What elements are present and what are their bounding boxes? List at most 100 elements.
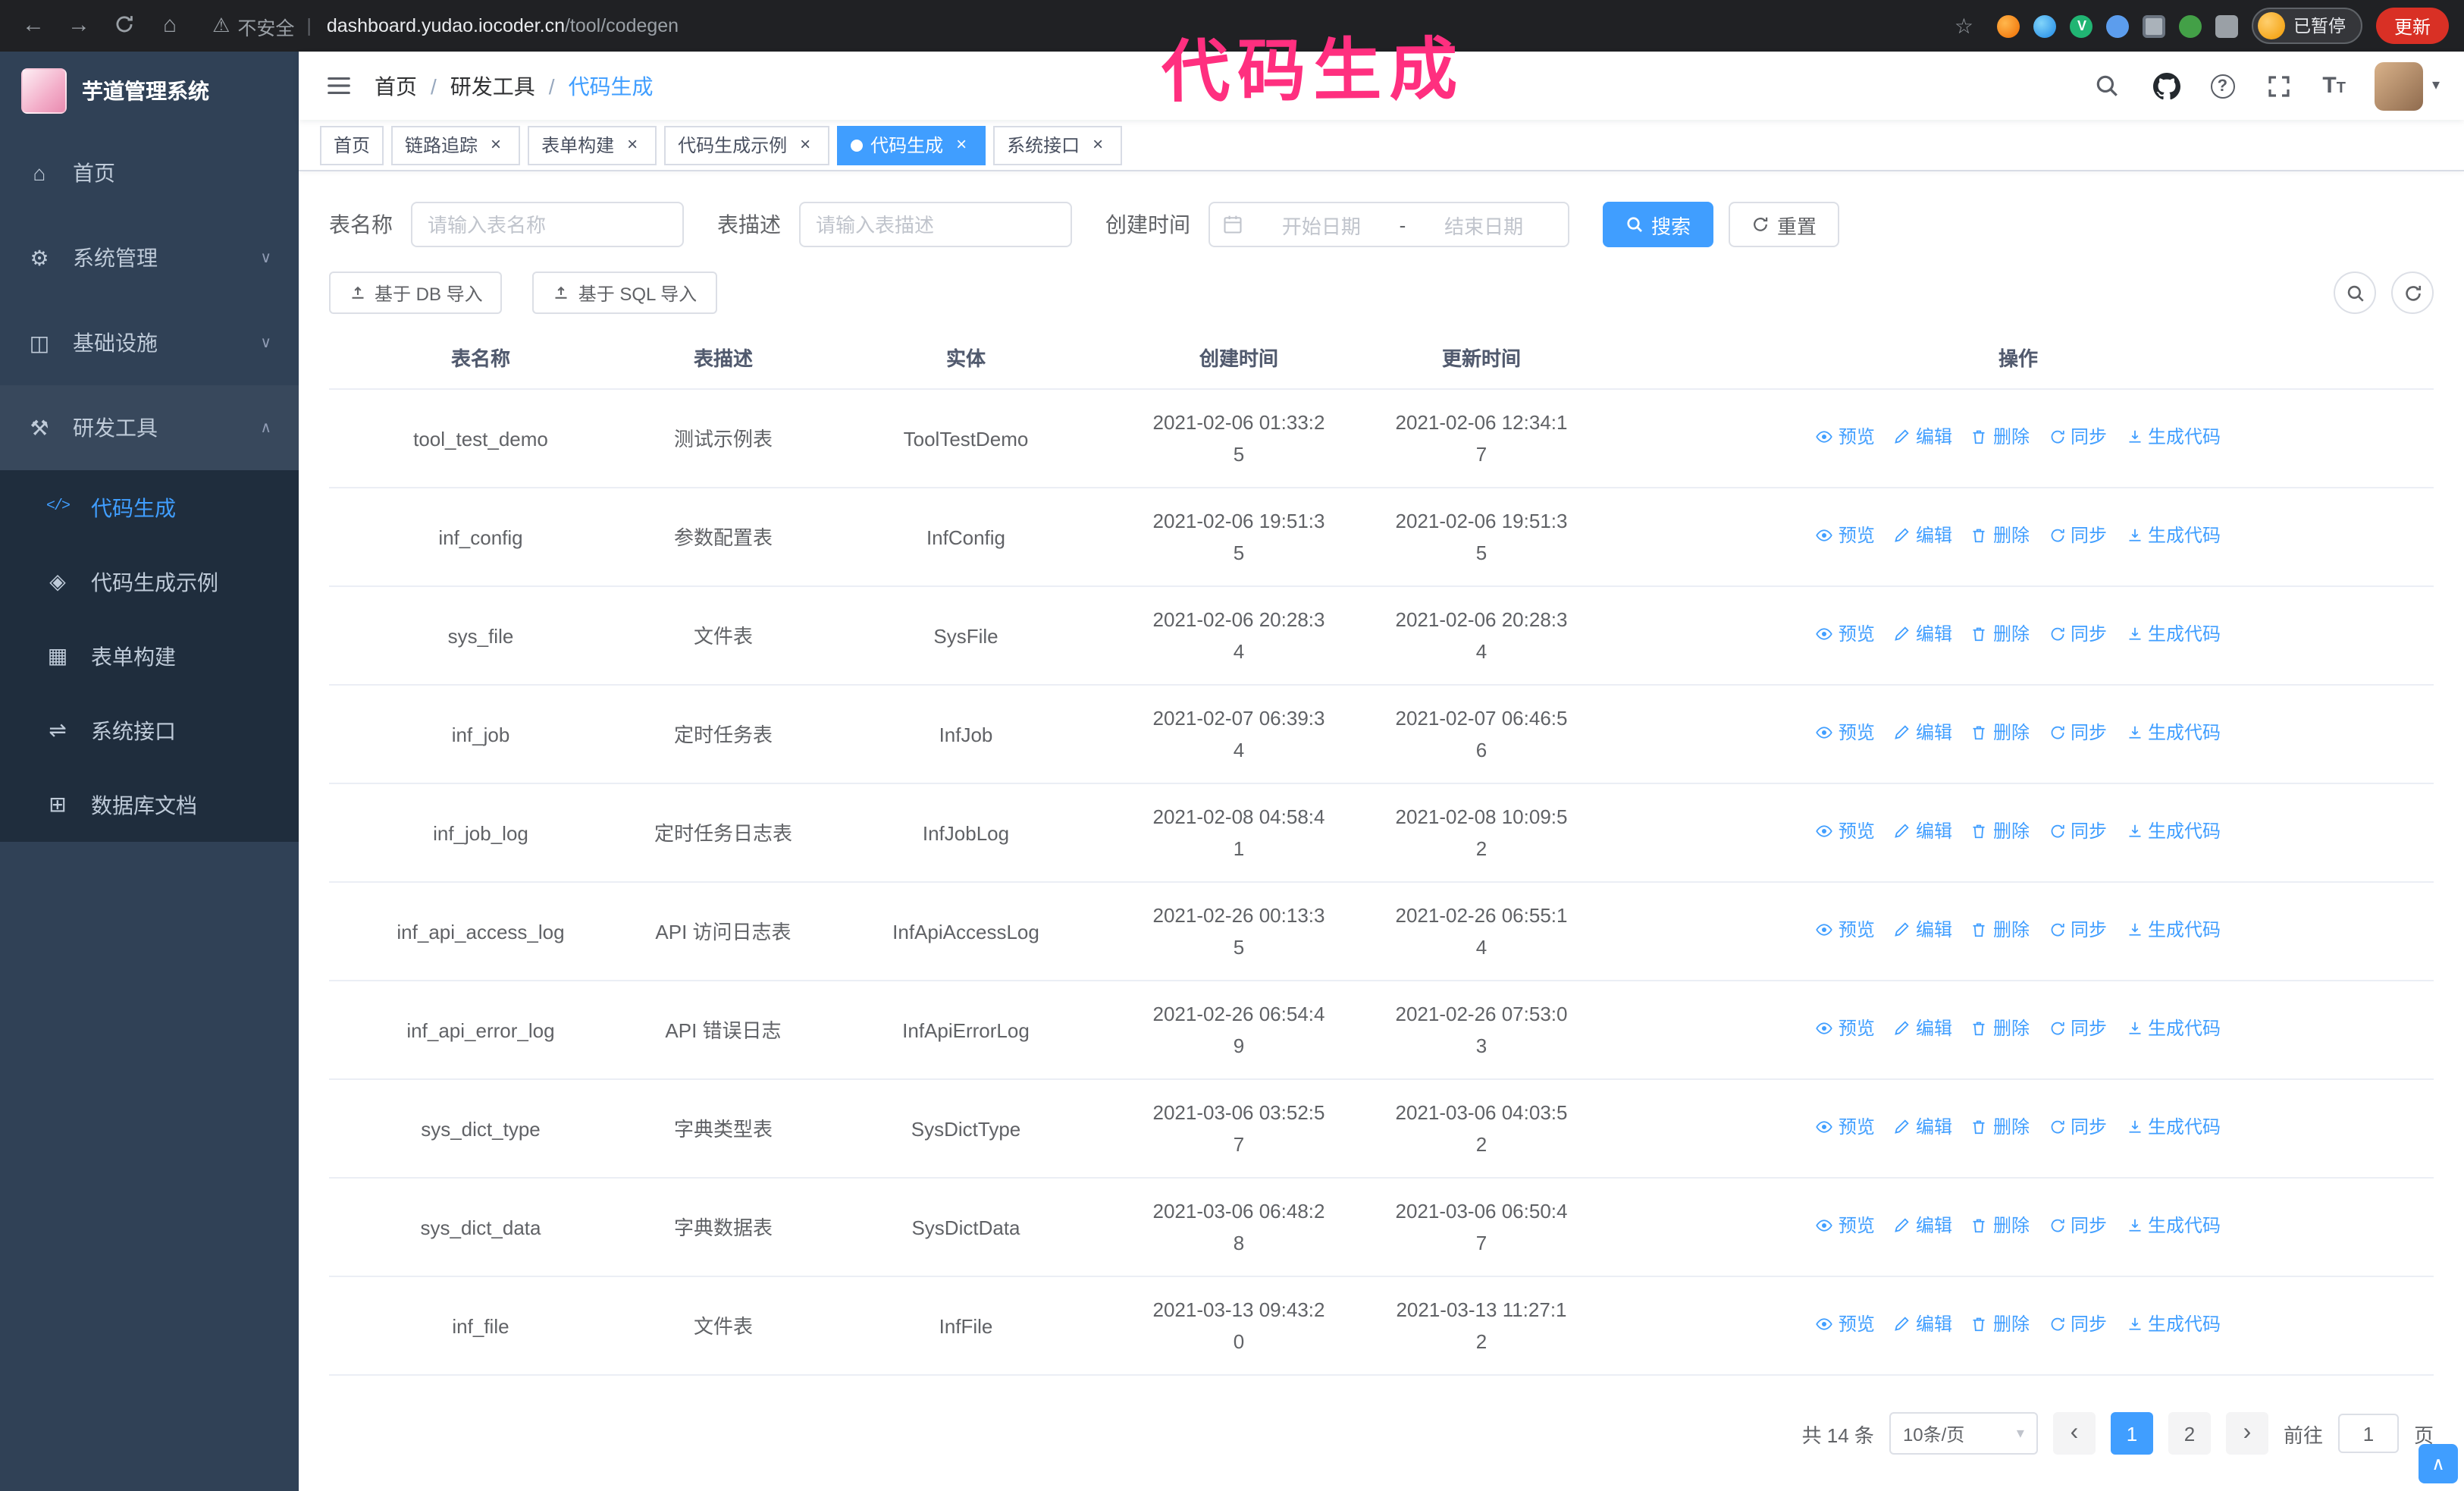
action-generate-code-link[interactable]: 生成代码 (2125, 422, 2221, 454)
reset-button[interactable]: 重置 (1729, 202, 1840, 247)
sidebar-item-system-management[interactable]: ⚙ 系统管理 ∨ (0, 215, 299, 300)
action-edit-link[interactable]: 编辑 (1893, 1210, 1952, 1242)
action-delete-link[interactable]: 删除 (1970, 422, 2030, 454)
reload-icon[interactable] (106, 8, 143, 44)
refresh-button[interactable] (2391, 272, 2434, 314)
action-generate-code-link[interactable]: 生成代码 (2125, 1210, 2221, 1242)
breadcrumb-devtools[interactable]: 研发工具 (450, 71, 535, 101)
action-edit-link[interactable]: 编辑 (1893, 520, 1952, 552)
extension-icon[interactable] (2179, 14, 2202, 37)
back-icon[interactable]: ← (15, 8, 52, 44)
help-icon[interactable]: ? (2210, 74, 2235, 98)
sidebar-subitem-db-doc[interactable]: ⊞ 数据库文档 (0, 767, 299, 842)
search-button[interactable]: 搜索 (1603, 202, 1714, 247)
action-sync-link[interactable]: 同步 (2048, 422, 2107, 454)
action-eye-link[interactable]: 预览 (1816, 1112, 1875, 1144)
action-delete-link[interactable]: 删除 (1970, 717, 2030, 749)
sidebar-subitem-system-api[interactable]: ⇌ 系统接口 (0, 693, 299, 767)
browser-update-button[interactable]: 更新 (2375, 8, 2449, 44)
fullscreen-icon[interactable] (2263, 71, 2293, 101)
sidebar-subitem-codegen-example[interactable]: ◈ 代码生成示例 (0, 545, 299, 619)
prev-page-button[interactable]: ‹ (2052, 1412, 2096, 1455)
action-sync-link[interactable]: 同步 (2048, 520, 2107, 552)
action-eye-link[interactable]: 预览 (1816, 915, 1875, 946)
goto-page-input[interactable] (2337, 1414, 2399, 1453)
action-generate-code-link[interactable]: 生成代码 (2125, 1112, 2221, 1144)
table-desc-input[interactable] (799, 202, 1072, 247)
search-icon[interactable] (2092, 71, 2122, 101)
bookmark-star-icon[interactable]: ☆ (1955, 13, 1973, 39)
tab-链路追踪[interactable]: 链路追踪 × (391, 125, 521, 165)
extension-icon[interactable]: V (2070, 14, 2093, 37)
action-sync-link[interactable]: 同步 (2048, 1210, 2107, 1242)
action-edit-link[interactable]: 编辑 (1893, 915, 1952, 946)
action-eye-link[interactable]: 预览 (1816, 1013, 1875, 1045)
breadcrumb-home[interactable]: 首页 (375, 71, 417, 101)
table-name-input[interactable] (411, 202, 684, 247)
extension-icon[interactable] (2143, 14, 2166, 37)
sidebar-item-home[interactable]: ⌂ 首页 (0, 130, 299, 215)
action-eye-link[interactable]: 预览 (1816, 520, 1875, 552)
date-range-picker[interactable]: 开始日期 - 结束日期 (1208, 202, 1569, 247)
action-sync-link[interactable]: 同步 (2048, 915, 2107, 946)
action-generate-code-link[interactable]: 生成代码 (2125, 1013, 2221, 1045)
action-edit-link[interactable]: 编辑 (1893, 422, 1952, 454)
tab-代码生成[interactable]: 代码生成 × (837, 125, 986, 165)
action-generate-code-link[interactable]: 生成代码 (2125, 619, 2221, 651)
action-edit-link[interactable]: 编辑 (1893, 1309, 1952, 1341)
action-generate-code-link[interactable]: 生成代码 (2125, 520, 2221, 552)
tab-系统接口[interactable]: 系统接口 × (993, 125, 1123, 165)
hamburger-icon[interactable] (323, 71, 353, 101)
action-delete-link[interactable]: 删除 (1970, 520, 2030, 552)
sidebar-subitem-form-builder[interactable]: ▦ 表单构建 (0, 619, 299, 693)
date-start-placeholder[interactable]: 开始日期 (1249, 210, 1393, 239)
action-sync-link[interactable]: 同步 (2048, 717, 2107, 749)
action-edit-link[interactable]: 编辑 (1893, 1013, 1952, 1045)
action-eye-link[interactable]: 预览 (1816, 1210, 1875, 1242)
extension-icon[interactable] (2106, 14, 2130, 37)
action-delete-link[interactable]: 删除 (1970, 816, 2030, 848)
close-icon[interactable]: × (622, 133, 643, 155)
date-end-placeholder[interactable]: 结束日期 (1412, 210, 1556, 239)
page-button-2[interactable]: 2 (2168, 1412, 2211, 1455)
action-edit-link[interactable]: 编辑 (1893, 1112, 1952, 1144)
forward-icon[interactable]: → (61, 8, 97, 44)
toggle-search-button[interactable] (2334, 272, 2376, 314)
action-eye-link[interactable]: 预览 (1816, 816, 1875, 848)
back-to-top-button[interactable]: ∧ (2419, 1444, 2458, 1483)
action-eye-link[interactable]: 预览 (1816, 1309, 1875, 1341)
github-icon[interactable] (2151, 71, 2181, 101)
extension-icon[interactable] (2033, 14, 2057, 37)
sidebar-subitem-codegen[interactable]: </> 代码生成 (0, 470, 299, 545)
action-delete-link[interactable]: 删除 (1970, 1309, 2030, 1341)
action-delete-link[interactable]: 删除 (1970, 619, 2030, 651)
font-size-icon[interactable]: TT (2322, 74, 2346, 97)
action-delete-link[interactable]: 删除 (1970, 1112, 2030, 1144)
action-sync-link[interactable]: 同步 (2048, 816, 2107, 848)
action-delete-link[interactable]: 删除 (1970, 1210, 2030, 1242)
extension-icon[interactable] (1997, 14, 2020, 37)
action-delete-link[interactable]: 删除 (1970, 915, 2030, 946)
action-eye-link[interactable]: 预览 (1816, 717, 1875, 749)
sidebar-item-dev-tools[interactable]: ⚒ 研发工具 ∧ (0, 385, 299, 470)
user-menu[interactable]: ▾ (2374, 61, 2440, 110)
close-icon[interactable]: × (951, 133, 972, 155)
action-edit-link[interactable]: 编辑 (1893, 816, 1952, 848)
action-delete-link[interactable]: 删除 (1970, 1013, 2030, 1045)
close-icon[interactable]: × (795, 133, 816, 155)
action-eye-link[interactable]: 预览 (1816, 619, 1875, 651)
home-button-icon[interactable]: ⌂ (152, 8, 188, 44)
action-generate-code-link[interactable]: 生成代码 (2125, 915, 2221, 946)
import-sql-button[interactable]: 基于 SQL 导入 (532, 272, 717, 314)
action-sync-link[interactable]: 同步 (2048, 1013, 2107, 1045)
next-page-button[interactable]: › (2225, 1412, 2268, 1455)
action-edit-link[interactable]: 编辑 (1893, 619, 1952, 651)
import-db-button[interactable]: 基于 DB 导入 (329, 272, 503, 314)
close-icon[interactable]: × (1087, 133, 1108, 155)
action-generate-code-link[interactable]: 生成代码 (2125, 1309, 2221, 1341)
close-icon[interactable]: × (485, 133, 506, 155)
tab-代码生成示例[interactable]: 代码生成示例 × (664, 125, 830, 165)
extensions-puzzle-icon[interactable] (2215, 14, 2239, 37)
sidebar-item-infrastructure[interactable]: ◫ 基础设施 ∨ (0, 300, 299, 385)
tab-表单构建[interactable]: 表单构建 × (528, 125, 657, 165)
